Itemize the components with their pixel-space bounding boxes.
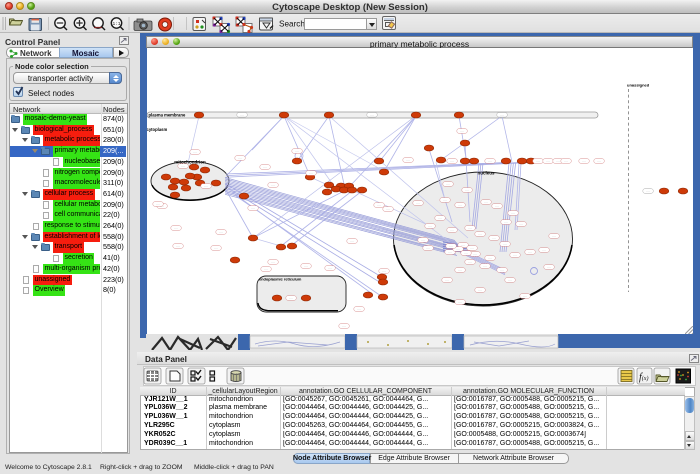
svg-text:....: .... <box>450 159 454 163</box>
svg-text:....: .... <box>450 228 454 232</box>
svg-text:....: .... <box>271 183 275 187</box>
svg-text:....: .... <box>582 159 586 163</box>
svg-text:....: .... <box>443 198 447 202</box>
svg-text:....: .... <box>460 129 464 133</box>
svg-text:....: .... <box>468 226 472 230</box>
svg-text:....: .... <box>468 260 472 264</box>
svg-text:....: .... <box>511 211 515 215</box>
svg-text:....: .... <box>456 247 460 251</box>
svg-text:....: .... <box>156 202 160 206</box>
svg-text:....: .... <box>564 159 568 163</box>
svg-text:....: .... <box>386 207 390 211</box>
svg-text:....: .... <box>328 266 332 270</box>
svg-text:....: .... <box>416 201 420 205</box>
svg-text:....: .... <box>500 268 504 272</box>
svg-text:....: .... <box>176 244 180 248</box>
svg-text:....: .... <box>458 300 462 304</box>
svg-text:....: .... <box>438 216 442 220</box>
svg-text:endoplasmic reticulum: endoplasmic reticulum <box>259 277 302 282</box>
svg-text:....: .... <box>448 250 452 254</box>
svg-text:....: .... <box>174 226 178 230</box>
svg-text:plasma membrane: plasma membrane <box>149 112 186 117</box>
svg-text:....: .... <box>488 256 492 260</box>
svg-text:....: .... <box>406 158 410 162</box>
svg-text:....: .... <box>478 232 482 236</box>
svg-text:....: .... <box>238 156 242 160</box>
svg-text:....: .... <box>240 113 244 117</box>
svg-text:....: .... <box>181 164 185 168</box>
svg-text:....: .... <box>503 242 507 246</box>
svg-text:....: .... <box>426 246 430 250</box>
svg-text:....: .... <box>382 269 386 273</box>
svg-text:Search:: Search: <box>279 20 307 29</box>
svg-text:....: .... <box>473 252 477 256</box>
svg-text:unassigned: unassigned <box>627 83 650 88</box>
svg-text:....: .... <box>289 296 293 300</box>
svg-text:....: .... <box>350 239 354 243</box>
svg-text:....: .... <box>342 324 346 328</box>
svg-text:....: .... <box>445 278 449 282</box>
svg-text:....: .... <box>357 307 361 311</box>
svg-text:nucleus: nucleus <box>477 171 495 176</box>
svg-text:....: .... <box>377 203 381 207</box>
svg-text:....: .... <box>552 234 556 238</box>
svg-text:1:1: 1:1 <box>112 21 120 27</box>
svg-text:....: .... <box>556 159 560 163</box>
svg-text:....: .... <box>519 222 523 226</box>
svg-text:....: .... <box>428 224 432 228</box>
svg-text:....: .... <box>646 189 650 193</box>
svg-text:....: .... <box>504 220 508 224</box>
svg-text:....: .... <box>295 149 299 153</box>
svg-text:....: .... <box>528 250 532 254</box>
svg-text:....: .... <box>470 246 474 250</box>
svg-text:....: .... <box>421 238 425 242</box>
svg-text:....: .... <box>508 278 512 282</box>
svg-text:....: .... <box>484 200 488 204</box>
svg-text:....: .... <box>263 165 267 169</box>
svg-text:....: .... <box>219 230 223 234</box>
svg-text:....: .... <box>309 171 313 175</box>
svg-text:....: .... <box>264 267 268 271</box>
svg-text:....: .... <box>547 265 551 269</box>
svg-text:....: .... <box>500 113 504 117</box>
svg-text:cytoplasm: cytoplasm <box>147 127 167 132</box>
svg-text:....: .... <box>542 248 546 252</box>
svg-text:....: .... <box>536 159 540 163</box>
svg-text:....: .... <box>492 236 496 240</box>
svg-text:....: .... <box>483 264 487 268</box>
svg-text:....: .... <box>449 244 453 248</box>
svg-text:....: .... <box>370 113 374 117</box>
svg-text:....: .... <box>523 294 527 298</box>
svg-text:....: .... <box>251 206 255 210</box>
svg-text:....: .... <box>214 246 218 250</box>
svg-text:....: .... <box>464 251 468 255</box>
svg-text:....: .... <box>271 260 275 264</box>
svg-text:....: .... <box>478 288 482 292</box>
svg-text:....: .... <box>446 182 450 186</box>
svg-text:....: .... <box>304 264 308 268</box>
svg-text:....: .... <box>513 253 517 257</box>
svg-text:....: .... <box>465 188 469 192</box>
svg-text:....: .... <box>458 203 462 207</box>
svg-text:....: .... <box>458 268 462 272</box>
svg-text:....: .... <box>597 159 601 163</box>
svg-text:....: .... <box>546 159 550 163</box>
svg-text:....: .... <box>204 184 208 188</box>
svg-text:....: .... <box>488 159 492 163</box>
svg-text:....: .... <box>495 204 499 208</box>
svg-text:....: .... <box>193 150 197 154</box>
svg-text:....: .... <box>461 243 465 247</box>
